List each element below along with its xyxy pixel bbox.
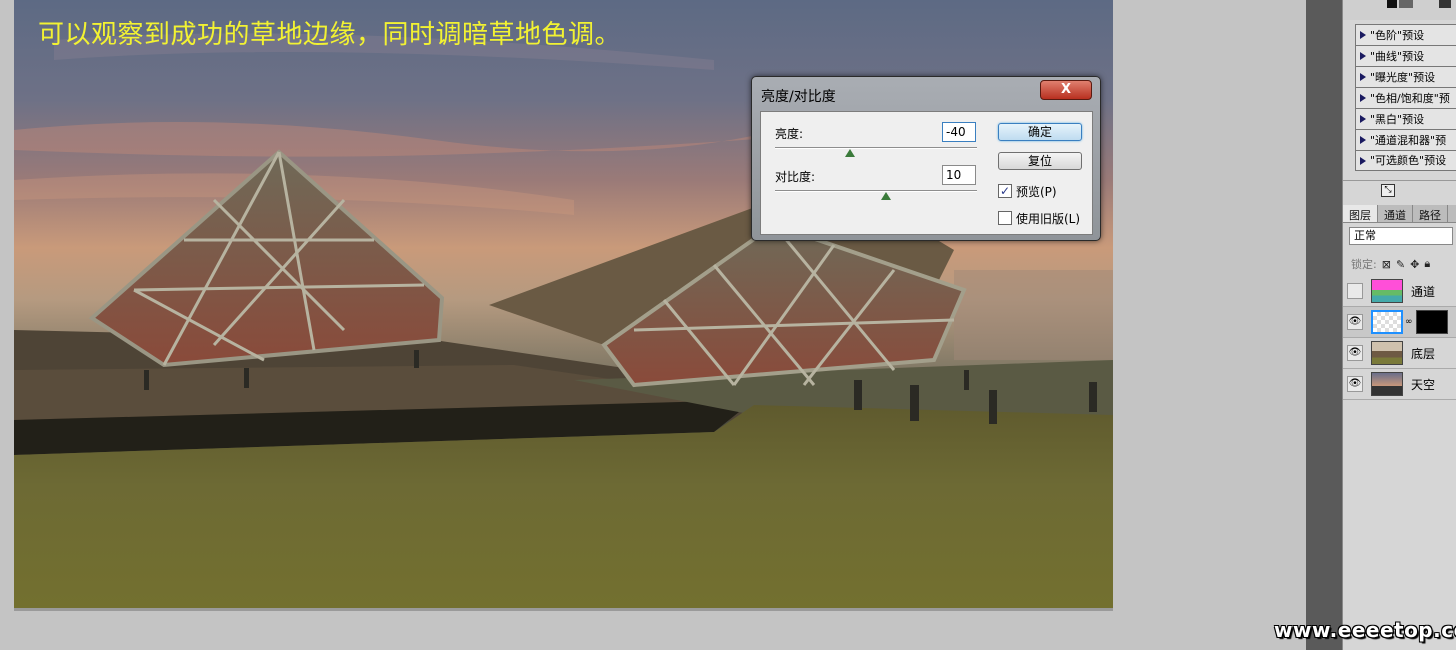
triangle-right-icon [1360,94,1366,102]
layer-name: 底层 [1411,346,1436,361]
contrast-input[interactable]: 10 [942,165,976,185]
resize-icon[interactable]: ⤡ [1381,184,1395,197]
tab-paths[interactable]: 路径 [1413,205,1448,222]
tutorial-caption: 可以观察到成功的草地边缘，同时调暗草地色调。 [38,20,622,50]
adjustment-presets-list: "色阶"预设 "曲线"预设 "曝光度"预设 "色相/饱和度"预 "黑白"预设 "… [1355,24,1456,171]
blend-mode-select[interactable]: 正常 [1349,227,1453,245]
eye-icon[interactable]: 👁︎ [1347,314,1363,330]
watermark: www.eeeetop.com [1274,618,1456,642]
tab-channels[interactable]: 通道 [1378,205,1413,222]
contrast-slider[interactable] [775,190,977,192]
dialog-body: 亮度: -40 对比度: 10 确定 复位 ✓ 预览(P) 使用旧版(L) [760,111,1093,235]
reset-button[interactable]: 复位 [998,152,1082,170]
layer-thumbnail [1371,372,1403,396]
brush-icon[interactable]: ✎ [1396,258,1405,271]
close-button[interactable]: X [1040,80,1092,100]
brightness-input[interactable]: -40 [942,122,976,142]
preset-label: "通道混和器"预 [1370,133,1447,147]
swatch[interactable] [1387,0,1397,8]
layer-row[interactable]: 👁︎ 天空 [1343,369,1456,400]
preset-item[interactable]: "色相/饱和度"预 [1355,87,1456,108]
layer-row[interactable]: 👁︎ 底层 [1343,338,1456,369]
legacy-checkbox[interactable] [998,211,1012,225]
panel-divider [1343,180,1456,181]
panel-header-strip [1343,0,1456,20]
preset-item[interactable]: "曲线"预设 [1355,45,1456,66]
preview-label: 预览(P) [1016,185,1057,199]
triangle-right-icon [1360,115,1366,123]
layer-row[interactable]: 👁︎ ∞ [1343,307,1456,338]
visibility-toggle[interactable] [1347,283,1363,299]
preset-item[interactable]: "黑白"预设 [1355,108,1456,129]
layer-mask-thumbnail[interactable] [1415,310,1448,334]
preset-item[interactable]: "通道混和器"预 [1355,129,1456,150]
triangle-right-icon [1360,73,1366,81]
swatch[interactable] [1399,0,1413,8]
preset-item[interactable]: "曝光度"预设 [1355,66,1456,87]
layers-tab-bar: 图层 通道 路径 [1343,205,1456,223]
legacy-label: 使用旧版(L) [1016,212,1081,226]
preset-label: "黑白"预设 [1370,112,1425,126]
move-icon[interactable]: ✥ [1410,258,1419,271]
layer-thumbnail [1371,279,1403,303]
layer-name: 通道 [1411,284,1436,299]
brightness-label: 亮度: [775,127,804,141]
lock-row: 锁定: ⊠ ✎ ✥ 🔒︎ [1351,256,1430,272]
ok-button[interactable]: 确定 [998,123,1082,141]
preset-item[interactable]: "色阶"预设 [1355,24,1456,45]
preset-label: "可选颜色"预设 [1370,154,1447,167]
brightness-slider[interactable] [775,147,977,149]
contrast-label: 对比度: [775,170,816,184]
preset-item[interactable]: "可选颜色"预设 [1355,150,1456,171]
triangle-right-icon [1360,136,1366,144]
layer-row[interactable]: 通道 [1343,276,1456,307]
preset-label: "曲线"预设 [1370,49,1425,63]
swatch[interactable] [1439,0,1451,8]
brightness-contrast-dialog: 亮度/对比度 X 亮度: -40 对比度: 10 确定 复位 ✓ 预览(P) 使… [751,76,1101,241]
preview-checkbox[interactable]: ✓ [998,184,1012,198]
preset-label: "色阶"预设 [1370,28,1425,42]
canvas-edge [14,608,1113,611]
eye-icon[interactable]: 👁︎ [1347,376,1363,392]
adjustments-layers-panel: "色阶"预设 "曲线"预设 "曝光度"预设 "色相/饱和度"预 "黑白"预设 "… [1342,0,1456,650]
contrast-slider-handle[interactable] [881,192,891,200]
panel-gutter [1306,0,1342,650]
tab-layers[interactable]: 图层 [1343,205,1378,222]
layer-thumbnail [1371,310,1403,334]
workspace-background [1114,0,1306,650]
brightness-slider-handle[interactable] [845,149,855,157]
triangle-right-icon [1360,31,1366,39]
layer-thumbnail [1371,341,1403,365]
lock-icon[interactable]: 🔒︎ [1424,257,1430,271]
dialog-title: 亮度/对比度 [761,89,836,105]
photoshop-window: 可以观察到成功的草地边缘，同时调暗草地色调。 "色阶"预设 "曲线"预设 "曝光… [0,0,1456,650]
layer-name: 天空 [1411,377,1436,392]
triangle-right-icon [1360,156,1366,165]
lock-transparent-icon[interactable]: ⊠ [1382,258,1391,271]
eye-icon[interactable]: 👁︎ [1347,345,1363,361]
link-icon: ∞ [1405,317,1413,327]
lock-label: 锁定: [1351,258,1377,271]
preset-label: "色相/饱和度"预 [1370,91,1450,105]
triangle-right-icon [1360,52,1366,60]
preset-label: "曝光度"预设 [1370,70,1436,84]
